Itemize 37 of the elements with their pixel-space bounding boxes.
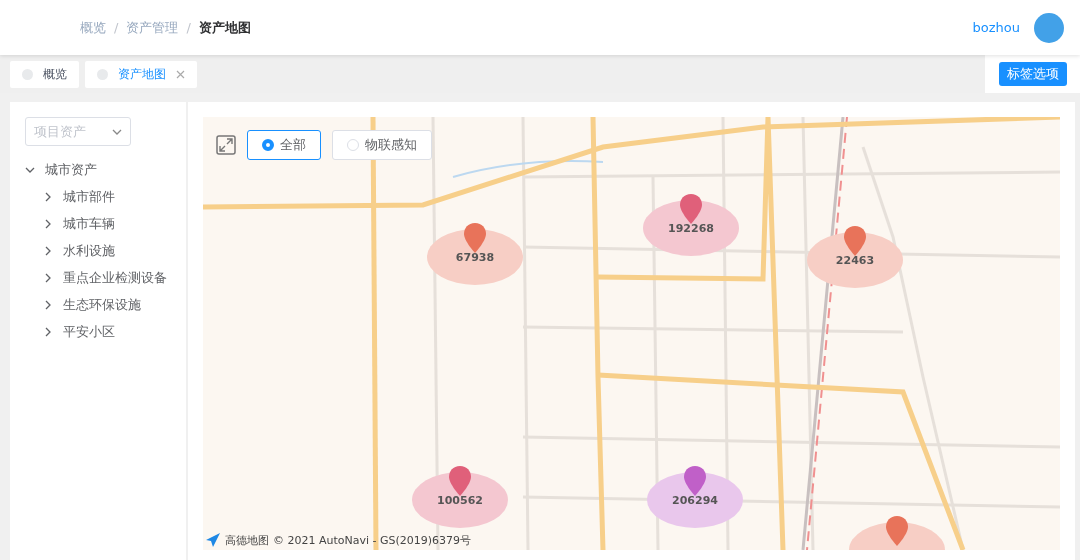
cluster-count: 67938: [455, 251, 495, 264]
map-pin-icon[interactable]: [680, 194, 702, 224]
tree-item[interactable]: 城市资产: [45, 160, 97, 179]
cluster-count: 206294: [672, 494, 718, 507]
chevron-right-icon[interactable]: [43, 218, 53, 229]
breadcrumb-item: 资产地图: [198, 18, 251, 37]
avatar[interactable]: [1034, 12, 1064, 43]
cluster-count: 192268: [668, 222, 714, 235]
filter-radio[interactable]: 物联感知: [332, 130, 432, 160]
tree-item[interactable]: 重点企业检测设备: [63, 268, 167, 287]
map-pin-icon[interactable]: [464, 223, 486, 253]
chevron-right-icon[interactable]: [43, 245, 53, 256]
tab[interactable]: 概览: [10, 60, 79, 88]
map-pin-icon[interactable]: [684, 466, 706, 496]
chevron-right-icon[interactable]: [43, 299, 53, 310]
filter-radio[interactable]: 全部: [247, 130, 321, 160]
paper-plane-icon: [205, 532, 221, 548]
breadcrumb-separator: /: [114, 20, 119, 35]
tree-item[interactable]: 水利设施: [63, 241, 115, 260]
map-pin-icon[interactable]: [844, 226, 866, 256]
tab[interactable]: 资产地图: [85, 60, 197, 88]
close-icon[interactable]: [176, 69, 185, 79]
tree-item[interactable]: 平安小区: [63, 322, 115, 341]
chevron-right-icon[interactable]: [43, 272, 53, 283]
chevron-right-icon[interactable]: [43, 326, 53, 337]
cluster-count: 100562: [437, 494, 483, 507]
fullscreen-icon[interactable]: [216, 135, 236, 155]
chevron-right-icon[interactable]: [43, 191, 53, 202]
breadcrumb-separator: /: [186, 20, 191, 35]
map-pin-icon[interactable]: [886, 516, 908, 546]
map-attribution: © 2021 AutoNavi - GS(2019)6379号: [273, 532, 472, 548]
cluster-count: 22463: [835, 254, 875, 267]
tree-item[interactable]: 城市车辆: [63, 214, 115, 233]
map-pin-icon[interactable]: [449, 466, 471, 496]
tree-item[interactable]: 生态环保设施: [63, 295, 141, 314]
tree-item[interactable]: 城市部件: [63, 187, 115, 206]
map-logo-text: 高德地图: [225, 532, 269, 548]
